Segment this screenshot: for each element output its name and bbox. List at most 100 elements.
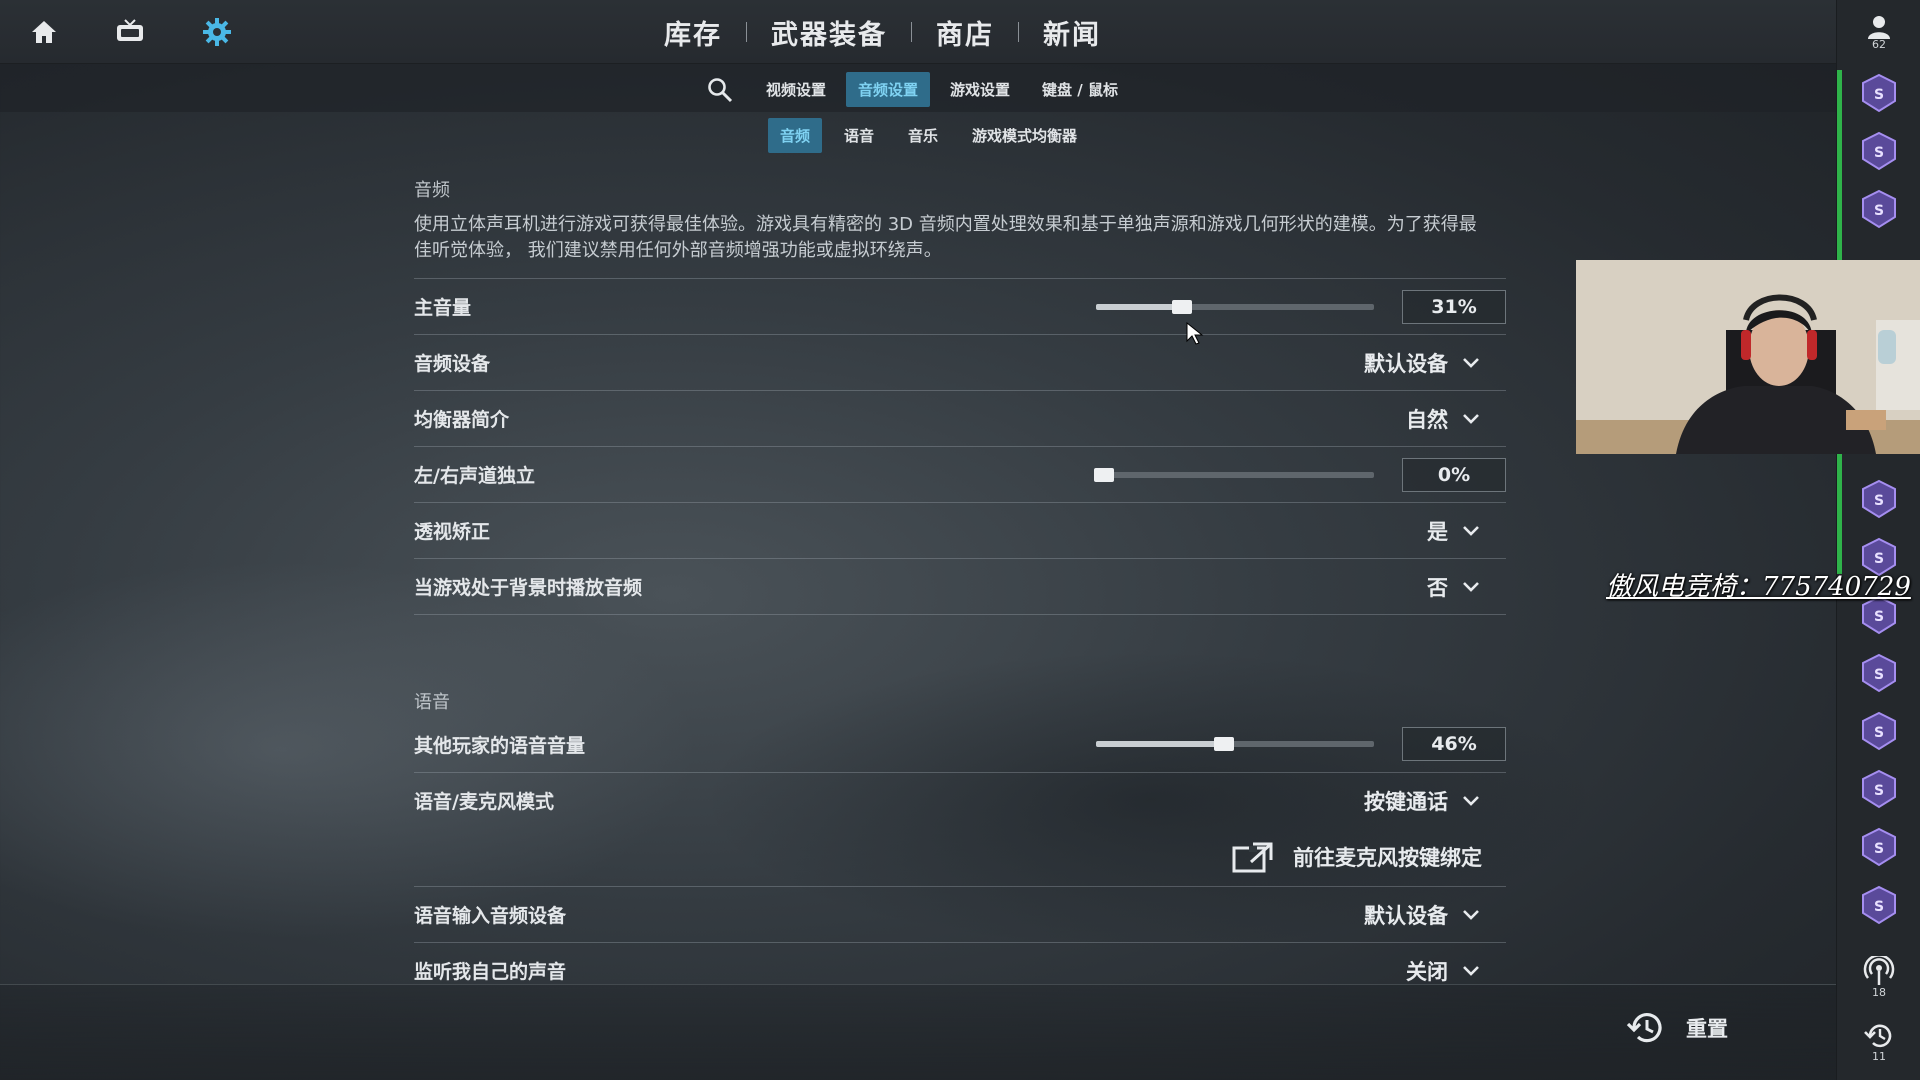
master-volume-slider[interactable] [1096, 299, 1374, 314]
slider-thumb[interactable] [1094, 467, 1114, 482]
setting-label: 其他玩家的语音音量 [414, 734, 586, 757]
history-reset-icon [1626, 1013, 1662, 1043]
slider-fill [1096, 741, 1224, 747]
history-icon [1864, 1024, 1892, 1048]
chevron-down-icon [1463, 909, 1479, 920]
bottom-bar: 重置 [0, 984, 1836, 1080]
tab-keyboard-mouse[interactable]: 键盘 / 鼠标 [1030, 72, 1130, 107]
dropdown-value: 自然 [1406, 407, 1448, 432]
tab-inventory[interactable]: 库存 [640, 13, 746, 52]
dropdown-value: 否 [1427, 575, 1448, 600]
history-button[interactable]: 11 [1837, 1022, 1920, 1063]
friend-avatar[interactable]: S [1851, 706, 1907, 756]
broadcast-button[interactable]: 18 [1837, 956, 1920, 999]
svg-text:S: S [1874, 203, 1884, 219]
slider-thumb[interactable] [1213, 737, 1234, 751]
svg-text:S: S [1874, 899, 1884, 915]
audio-device-dropdown[interactable]: 默认设备 [1364, 348, 1480, 378]
tab-arsenal[interactable]: 武器装备 [747, 13, 911, 52]
slider-fill [1096, 303, 1183, 310]
master-volume-value[interactable]: 31% [1402, 289, 1506, 324]
badge-icon: S [1862, 73, 1896, 113]
lr-isolation-value[interactable]: 0% [1402, 457, 1506, 492]
others-voice-slider[interactable] [1096, 737, 1374, 751]
tab-video-settings[interactable]: 视频设置 [754, 72, 838, 107]
badge-icon: S [1862, 131, 1896, 171]
friend-avatar[interactable]: S [1851, 68, 1907, 118]
setting-label: 语音/麦克风模式 [414, 791, 554, 813]
setting-lr-isolation: 左/右声道独立 0% [414, 446, 1506, 502]
tab-voice[interactable]: 语音 [832, 118, 886, 153]
badge-icon: S [1862, 885, 1896, 925]
eq-profile-dropdown[interactable]: 自然 [1406, 404, 1480, 434]
settings-content: 音频 使用立体声耳机进行游戏可获得最佳体验。游戏具有精密的 3D 音频内置处理效… [414, 176, 1506, 984]
audio-subnav: 音频 语音 音乐 游戏模式均衡器 [768, 118, 1089, 153]
main-nav: 库存 武器装备 商店 新闻 [640, 0, 1125, 64]
history-count: 11 [1872, 1050, 1886, 1063]
chevron-down-icon [1463, 525, 1479, 536]
top-bar: 库存 武器装备 商店 新闻 [0, 0, 1836, 64]
mic-mode-dropdown[interactable]: 按键通话 [1364, 786, 1480, 816]
setting-monitor-own-voice: 监听我自己的声音 关闭 [414, 942, 1506, 984]
home-icon[interactable] [26, 14, 62, 50]
reset-button[interactable]: 重置 [1626, 1011, 1728, 1045]
setting-label: 语音输入音频设备 [414, 905, 567, 927]
broadcast-icon [1863, 956, 1895, 985]
svg-text:S: S [1874, 725, 1884, 741]
tab-audio-settings[interactable]: 音频设置 [846, 72, 931, 107]
setting-perspective-correction: 透视矫正 是 [414, 502, 1506, 558]
dropdown-value: 按键通话 [1364, 789, 1448, 814]
tab-store[interactable]: 商店 [912, 13, 1018, 52]
tab-game-mode-eq[interactable]: 游戏模式均衡器 [960, 118, 1089, 153]
search-icon[interactable] [700, 74, 740, 106]
setting-mic-mode: 语音/麦克风模式 按键通话 [414, 772, 1506, 828]
svg-text:S: S [1874, 493, 1884, 509]
badge-icon: S [1862, 189, 1896, 229]
mic-keybind-link[interactable]: 前往麦克风按键绑定 [414, 828, 1506, 886]
tab-audio[interactable]: 音频 [768, 118, 823, 153]
slider-thumb[interactable] [1172, 299, 1193, 314]
online-indicator [1837, 454, 1842, 574]
setting-label: 主音量 [414, 297, 472, 319]
friend-avatar[interactable]: S [1851, 822, 1907, 872]
section-divider [414, 614, 1506, 678]
voice-input-dropdown[interactable]: 默认设备 [1364, 900, 1480, 930]
setting-label: 均衡器简介 [414, 409, 510, 431]
setting-label: 当游戏处于背景时播放音频 [414, 577, 643, 599]
reset-label: 重置 [1686, 1017, 1728, 1041]
setting-label: 左/右声道独立 [414, 465, 535, 487]
dropdown-value: 默认设备 [1364, 351, 1448, 376]
tab-game-settings[interactable]: 游戏设置 [938, 72, 1022, 107]
background-audio-dropdown[interactable]: 否 [1427, 572, 1480, 602]
friend-avatar[interactable]: S [1851, 648, 1907, 698]
friend-avatar[interactable]: S [1851, 184, 1907, 234]
setting-master-volume: 主音量 31% [414, 278, 1506, 334]
social-rail: 62 S S S S S S S S S S S 18 11 [1836, 0, 1920, 1080]
dropdown-value: 是 [1427, 519, 1448, 544]
friend-avatar[interactable]: S [1851, 126, 1907, 176]
svg-text:S: S [1874, 783, 1884, 799]
tv-icon[interactable] [112, 14, 148, 50]
chevron-down-icon [1463, 581, 1479, 592]
setting-voice-input-device: 语音输入音频设备 默认设备 [414, 886, 1506, 942]
others-voice-value[interactable]: 46% [1402, 727, 1506, 761]
external-link-icon [1232, 842, 1273, 873]
friends-button[interactable]: 62 [1837, 0, 1920, 64]
settings-gear-icon[interactable] [199, 14, 235, 50]
friend-avatar[interactable]: S [1851, 474, 1907, 524]
setting-eq-profile: 均衡器简介 自然 [414, 390, 1506, 446]
chevron-down-icon [1463, 795, 1479, 806]
friends-count: 62 [1872, 37, 1886, 51]
badge-icon: S [1862, 479, 1896, 519]
perspective-dropdown[interactable]: 是 [1427, 516, 1480, 546]
monitor-dropdown[interactable]: 关闭 [1406, 956, 1480, 985]
friend-avatar[interactable]: S [1851, 880, 1907, 930]
svg-text:S: S [1874, 87, 1884, 103]
audio-description: 使用立体声耳机进行游戏可获得最佳体验。游戏具有精密的 3D 音频内置处理效果和基… [414, 214, 1477, 261]
friend-avatar[interactable]: S [1851, 764, 1907, 814]
dropdown-value: 关闭 [1406, 959, 1448, 984]
tab-news[interactable]: 新闻 [1019, 13, 1125, 52]
section-title-voice: 语音 [414, 692, 450, 713]
tab-music[interactable]: 音乐 [896, 118, 950, 153]
lr-isolation-slider[interactable] [1094, 467, 1374, 482]
